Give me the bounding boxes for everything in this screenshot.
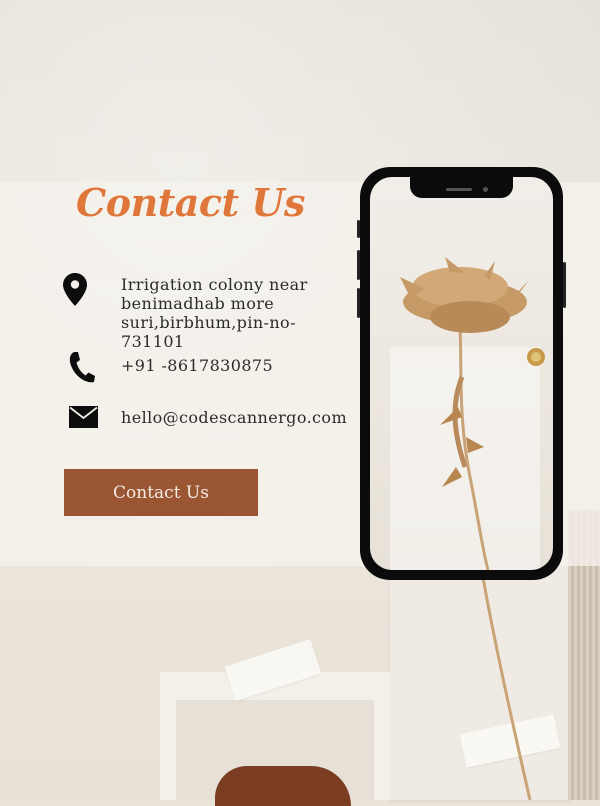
email-address[interactable]: hello@codescannergo.com (121, 408, 347, 427)
page-title: Contact Us (76, 180, 305, 225)
phone-side-button (563, 262, 566, 308)
envelope-icon (69, 406, 98, 432)
contact-us-button[interactable]: Contact Us (64, 469, 258, 516)
flower-stem-decor (478, 560, 532, 800)
phone-notch (410, 176, 513, 198)
map-pin-icon (63, 273, 87, 310)
leather-item-decor (215, 766, 351, 806)
phone-side-button (357, 288, 360, 318)
phone-icon (68, 351, 95, 388)
address-line: benimadhab more (121, 294, 275, 313)
address-text: Irrigation colony near benimadhab more s… (121, 275, 308, 351)
phone-side-button (357, 220, 360, 238)
dried-flower-image (400, 257, 545, 570)
phone-side-button (357, 250, 360, 280)
address-line: suri,birbhum,pin-no- (121, 313, 296, 332)
address-line: 731101 (121, 332, 185, 351)
address-line: Irrigation colony near (121, 275, 308, 294)
phone-number[interactable]: +91 -8617830875 (121, 356, 273, 375)
phone-mockup (360, 167, 563, 580)
phone-screen (370, 177, 553, 570)
